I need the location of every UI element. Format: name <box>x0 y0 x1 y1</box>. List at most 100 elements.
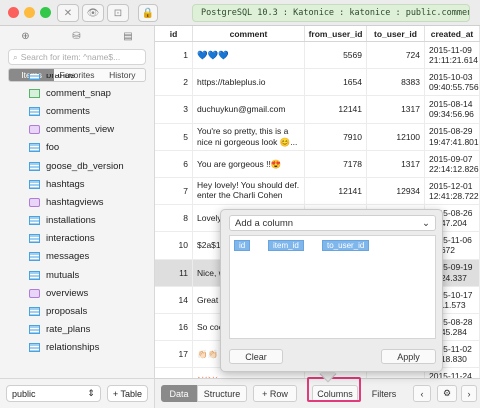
cell-id[interactable]: 16 <box>155 313 193 341</box>
table-icon <box>29 216 40 226</box>
cell-id[interactable]: 10 <box>155 232 193 259</box>
cell-to-user-id[interactable]: 724 <box>367 42 425 69</box>
column-header-from-user-id[interactable]: from_user_id <box>305 26 367 41</box>
apply-button[interactable]: Apply <box>381 349 436 364</box>
cell-created-at[interactable]: 2015-08-14 09:34:56.96 <box>425 96 480 123</box>
filters-button[interactable]: Filters <box>365 385 403 402</box>
cell-from-user-id[interactable]: 7910 <box>305 123 367 150</box>
sidebar-item-overviews[interactable]: overviews <box>0 284 154 302</box>
sidebar-item-rate-plans[interactable]: rate_plans <box>0 321 154 339</box>
cell-id[interactable]: 1 <box>155 42 193 69</box>
lock-icon[interactable]: 🔒 <box>138 4 158 22</box>
cell-to-user-id[interactable]: 12100 <box>367 123 425 150</box>
cell-to-user-id[interactable]: 12934 <box>367 177 425 205</box>
add-column-select[interactable]: Add a column ⌄ <box>229 215 436 231</box>
sidebar-item-mutuals[interactable]: mutuals <box>0 266 154 284</box>
cell-from-user-id[interactable]: 5569 <box>305 42 367 69</box>
next-page-icon[interactable]: › <box>461 385 477 402</box>
sidebar-item-messages[interactable]: messages <box>0 248 154 266</box>
table-icon <box>29 325 40 335</box>
cell-comment[interactable]: You are gorgeous !!😍 <box>193 150 305 177</box>
previous-page-icon[interactable]: ‹ <box>413 385 431 402</box>
cell-id[interactable]: 11 <box>155 259 193 286</box>
tab-structure[interactable]: Structure <box>197 385 247 402</box>
close-window-button[interactable] <box>8 7 19 18</box>
sidebar-item-proposals[interactable]: proposals <box>0 302 154 320</box>
zoom-window-button[interactable] <box>40 7 51 18</box>
sidebar-item-foo[interactable]: foo <box>0 139 154 157</box>
compass-icon[interactable]: ⊕ <box>21 31 29 42</box>
cell-comment[interactable]: https://tableplus.io <box>193 69 305 96</box>
table-row[interactable]: 6 You are gorgeous !!😍 7178 1317 2015-09-07 … <box>155 150 480 178</box>
sidebar-item-interactions[interactable]: interactions <box>0 230 154 248</box>
table-row[interactable]: 5 You're so pretty, this is a nice ni gor… <box>155 123 480 151</box>
close-tab-icon[interactable]: ✕ <box>57 4 79 22</box>
sidebar-item-hashtags[interactable]: hashtags <box>0 175 154 193</box>
cell-id[interactable]: 5 <box>155 123 193 150</box>
sidebar-item-comments[interactable]: comments <box>0 102 154 120</box>
cell-to-user-id[interactable]: 1317 <box>367 150 425 177</box>
add-row-button[interactable]: + Row <box>253 385 297 402</box>
cell-created-at[interactable]: 2015-08-29 19:47:41.801 <box>425 123 480 150</box>
cell-id[interactable]: 6 <box>155 150 193 177</box>
table-row[interactable]: 3 duchuykun@gmail.com 12141 1317 2015-08-14 … <box>155 96 480 124</box>
sidebar-icon-bar: ⊕ ⛁ ▤ <box>0 26 154 46</box>
schema-select[interactable]: public ⇕ <box>6 385 101 402</box>
table-icon <box>29 143 40 153</box>
column-chip-item-id[interactable]: item_id <box>268 240 304 251</box>
sidebar-item-installations[interactable]: installations <box>0 212 154 230</box>
chevron-down-icon: ⌄ <box>422 217 430 229</box>
clear-button[interactable]: Clear <box>229 349 283 364</box>
sql-file-icon[interactable]: ▤ <box>123 31 132 42</box>
add-table-button[interactable]: + Table <box>106 385 148 402</box>
column-header-to-user-id[interactable]: to_user_id <box>367 26 425 41</box>
cell-comment[interactable]: Hey lovely! You should def. enter the Ch… <box>193 177 305 205</box>
cell-id[interactable]: 19 <box>155 368 193 378</box>
table-row[interactable]: 1 💙💙💙 5569 724 2015-11-09 21:11:21.614 <box>155 42 480 70</box>
column-chip-to-user-id[interactable]: to_user_id <box>322 240 370 251</box>
database-icon[interactable]: ⛁ <box>72 31 80 42</box>
cell-comment[interactable]: duchuykun@gmail.com <box>193 96 305 123</box>
grid-header: id comment from_user_id to_user_id creat… <box>155 26 480 42</box>
cell-created-at[interactable]: 2015-11-09 21:11:21.614 <box>425 42 480 69</box>
sidebar-item-goose-db-version[interactable]: goose_db_version <box>0 157 154 175</box>
cell-created-at[interactable]: 2015-12-01 12:41:28.722 <box>425 177 480 205</box>
cell-created-at[interactable]: 2015-10-03 09:40:55.756 <box>425 69 480 96</box>
column-chip-id[interactable]: id <box>234 240 251 251</box>
table-row[interactable]: 7 Hey lovely! You should def. enter the C… <box>155 177 480 206</box>
sidebar-item-comment-snap[interactable]: comment_snap <box>0 84 154 102</box>
table-icon <box>29 74 40 80</box>
sidebar-item-hashtagviews[interactable]: hashtagviews <box>0 193 154 211</box>
column-header-comment[interactable]: comment <box>193 26 305 41</box>
cell-from-user-id[interactable]: 7178 <box>305 150 367 177</box>
tab-data[interactable]: Data <box>161 385 197 402</box>
cell-id[interactable]: 3 <box>155 96 193 123</box>
cell-from-user-id[interactable]: 12141 <box>305 96 367 123</box>
sidebar-item-relationships[interactable]: relationships <box>0 339 154 354</box>
column-header-created-at[interactable]: created_at <box>425 26 480 41</box>
table-row[interactable]: 2 https://tableplus.io 1654 8383 2015-10-03 … <box>155 69 480 97</box>
cell-id[interactable]: 8 <box>155 205 193 232</box>
cell-id[interactable]: 17 <box>155 341 193 368</box>
cell-created-at[interactable]: 2015-09-07 22:14:12.826 <box>425 150 480 177</box>
view-icon <box>29 197 40 207</box>
cell-to-user-id[interactable]: 1317 <box>367 96 425 123</box>
cell-id[interactable]: 7 <box>155 177 193 205</box>
cell-to-user-id[interactable]: 8383 <box>367 69 425 96</box>
cell-from-user-id[interactable]: 1654 <box>305 69 367 96</box>
column-header-id[interactable]: id <box>155 26 193 41</box>
eye-icon[interactable]: 👁 <box>82 4 104 22</box>
minimize-window-button[interactable] <box>24 7 35 18</box>
columns-button-highlight <box>307 377 361 402</box>
gear-icon[interactable]: ⚙ <box>437 385 457 402</box>
cell-id[interactable]: 2 <box>155 69 193 96</box>
sidebar-item-brands[interactable]: brands <box>0 74 154 84</box>
cell-comment[interactable]: You're so pretty, this is a nice ni gorg… <box>193 123 305 150</box>
search-input[interactable]: ⌕ Search for item: ^name$... <box>8 49 146 65</box>
selected-columns-area: id item_id to_user_id <box>229 235 436 339</box>
cell-comment[interactable]: 💙💙💙 <box>193 42 305 69</box>
cell-from-user-id[interactable]: 12141 <box>305 177 367 205</box>
cell-id[interactable]: 14 <box>155 286 193 313</box>
sql-icon[interactable]: ⊡ <box>107 4 129 22</box>
sidebar-item-comments-view[interactable]: comments_view <box>0 121 154 139</box>
